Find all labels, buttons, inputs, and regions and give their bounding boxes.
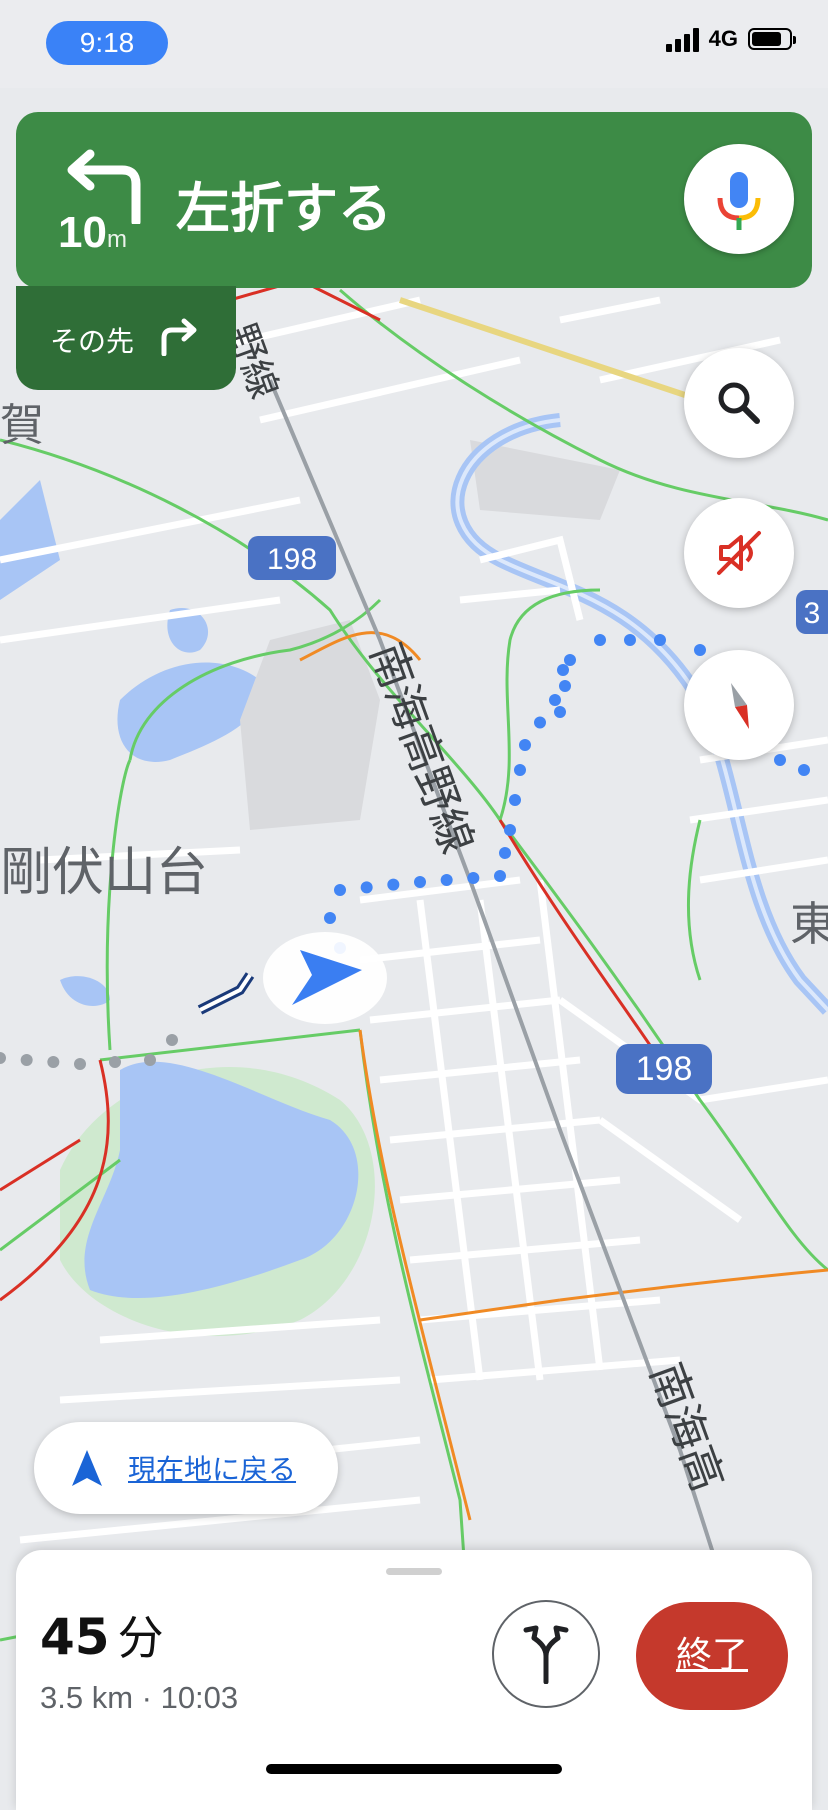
trip-distance-arrival: 3.5 km · 10:03 xyxy=(40,1680,239,1715)
network-type: 4G xyxy=(708,26,738,51)
current-location-puck xyxy=(263,932,387,1024)
home-indicator xyxy=(266,1764,562,1774)
map-label-area: 剛伏山台 xyxy=(0,843,208,903)
recenter-button[interactable]: 現在地に戻る xyxy=(34,1422,338,1514)
microphone-icon xyxy=(717,172,761,230)
voice-search-button[interactable] xyxy=(684,144,794,254)
recenter-label: 現在地に戻る xyxy=(128,1453,297,1486)
fork-route-icon xyxy=(523,1625,569,1684)
sheet-drag-handle[interactable] xyxy=(386,1568,442,1575)
cellular-signal-icon xyxy=(665,26,699,52)
alternate-routes-button[interactable] xyxy=(492,1600,600,1708)
status-bar: 9:18 4G xyxy=(0,0,828,88)
battery-icon xyxy=(748,28,796,50)
svg-text:198: 198 xyxy=(267,543,317,576)
route-shield: 198 xyxy=(616,1044,712,1094)
map-label-area: 賀 xyxy=(0,400,44,451)
compass-icon xyxy=(731,683,749,729)
svg-text:198: 198 xyxy=(636,1050,693,1088)
route-shield: 3 xyxy=(796,590,828,634)
status-time: 9:18 xyxy=(46,21,168,65)
sound-muted-icon xyxy=(717,531,761,575)
status-indicators: 4G xyxy=(665,26,796,52)
compass-button[interactable] xyxy=(684,650,794,760)
distance-unit: m xyxy=(106,226,127,253)
maneuver-instruction: 左折する xyxy=(176,177,392,240)
mute-button[interactable] xyxy=(684,498,794,608)
trip-duration: 45 分 xyxy=(40,1602,164,1668)
next-maneuver-label: その先 xyxy=(50,325,135,358)
end-navigation-button[interactable]: 終了 xyxy=(636,1602,788,1710)
navigation-arrow-icon xyxy=(72,1450,102,1486)
duration-unit: 分 xyxy=(117,1611,164,1665)
search-button[interactable] xyxy=(684,348,794,458)
duration-value: 45 xyxy=(40,1608,110,1666)
distance-value: 10 xyxy=(58,208,107,257)
maneuver-distance: 10m xyxy=(58,208,127,258)
navigation-instruction-card[interactable]: 10m 左折する xyxy=(16,112,812,288)
search-icon xyxy=(718,382,760,424)
map-label-area: 東 xyxy=(790,897,828,951)
route-shield: 198 xyxy=(248,536,336,580)
turn-right-icon xyxy=(161,318,197,356)
svg-text:3: 3 xyxy=(804,597,821,630)
next-maneuver-card[interactable]: その先 xyxy=(16,286,236,390)
